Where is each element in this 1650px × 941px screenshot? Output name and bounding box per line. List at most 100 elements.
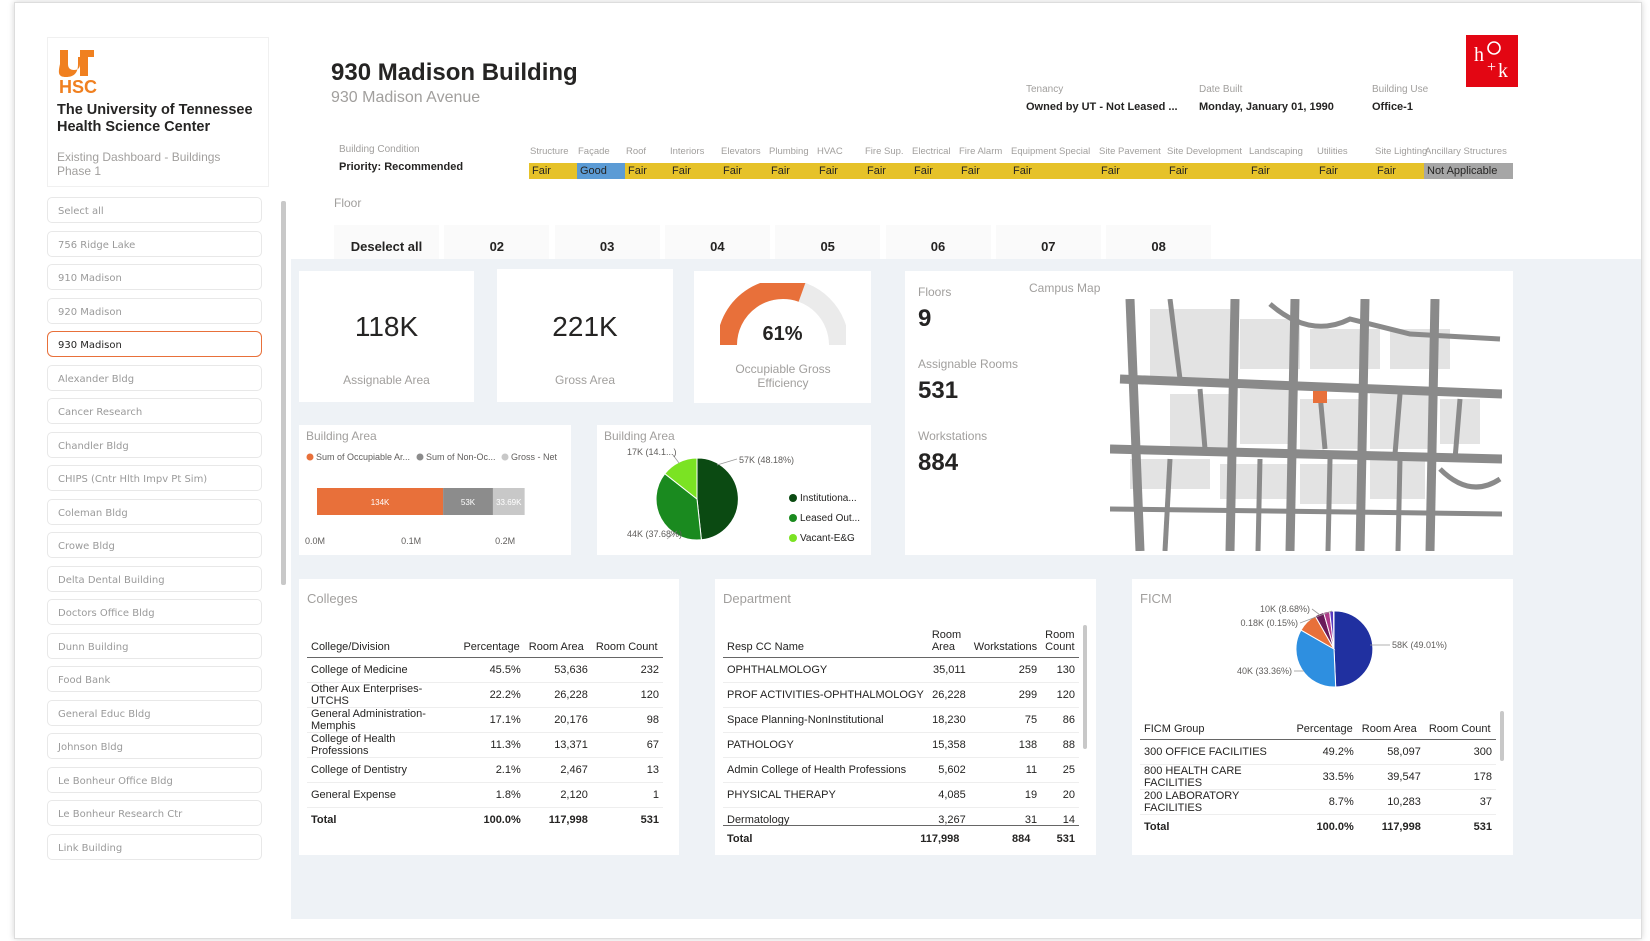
column-header-room-area[interactable]: Room Area (927, 623, 970, 658)
table-cell: 25 (1041, 757, 1079, 783)
x-tick-1: 0.1M (401, 536, 421, 546)
slicer-scrollbar[interactable] (281, 201, 286, 585)
table-cell: 58,097 (1357, 739, 1425, 765)
column-header-room-area[interactable]: Room Area (524, 623, 592, 658)
floor-tab-02[interactable]: 02 (444, 225, 550, 262)
table-cell: Dermatology (723, 807, 928, 825)
slicer-item-general-educ-bldg[interactable]: General Educ Bldg (47, 699, 262, 726)
legend-label: Gross - Net (511, 452, 558, 462)
floor-tab-deselect-all[interactable]: Deselect all (334, 225, 439, 262)
condition-value-fa-ade: Good (577, 163, 625, 179)
floor-tab-06[interactable]: 06 (885, 225, 991, 262)
table-row[interactable]: PATHOLOGY 15,358 138 88 (723, 732, 1079, 758)
floor-tab-04[interactable]: 04 (664, 225, 770, 262)
table-row[interactable]: College of Medicine 45.5% 53,636 232 (307, 657, 663, 683)
table-row[interactable]: College of Dentistry 2.1% 2,467 13 (307, 757, 663, 783)
legend-marker (416, 453, 424, 461)
table-row[interactable]: PROF ACTIVITIES-OPHTHALMOLOGY 26,228 299 12… (723, 682, 1079, 708)
slicer-item-chandler-bldg[interactable]: Chandler Bldg (47, 431, 262, 458)
slicer-item-crowe-bldg[interactable]: Crowe Bldg (47, 532, 262, 558)
table-cell: 26,228 (927, 682, 970, 708)
table-row[interactable]: OPHTHALMOLOGY 35,011 259 130 (723, 657, 1079, 683)
ut-hsc-logo: HSC (58, 48, 108, 97)
gross-area-value: 221K (552, 311, 618, 342)
column-header-room-count[interactable]: Room Count (1424, 705, 1496, 740)
slicer-item-coleman-bldg[interactable]: Coleman Bldg (47, 498, 262, 525)
slicer-item-delta-dental-building[interactable]: Delta Dental Building (47, 565, 262, 592)
slicer-item-910-madison[interactable]: 910 Madison (47, 264, 262, 290)
condition-value-roof: Fair (625, 163, 673, 179)
table-row[interactable]: Space Planning-NonInstitutional 18,230 75 8… (723, 707, 1079, 733)
slicer-item-link-building[interactable]: Link Building (47, 833, 262, 860)
slicer-item-cancer-research[interactable]: Cancer Research (47, 398, 262, 424)
bar-chart-title: Building Area (306, 429, 377, 443)
ficm-table: FICM Group Percentage Room Area Room Count 3… (1140, 705, 1496, 840)
slicer-item-alexander-bldg[interactable]: Alexander Bldg (47, 364, 262, 391)
slice-leader-line (1311, 608, 1321, 616)
pie-chart-title: Building Area (604, 429, 675, 443)
table-cell: 67 (591, 732, 663, 758)
slice-institutiona[interactable] (696, 457, 739, 541)
table-row[interactable]: Other Aux Enterprises-UTCHS 22.2% 26,228 12… (307, 682, 663, 708)
column-header-workstations[interactable]: Workstations (969, 623, 1042, 658)
table-header-row: College/Division Percentage Room Area Room … (307, 623, 663, 658)
slicer-item-le-bonheur-research-ctr[interactable]: Le Bonheur Research Ctr (47, 800, 262, 826)
colleges-table: College/Division Percentage Room Area Room … (307, 623, 663, 833)
slicer-item-johnson-bldg[interactable]: Johnson Bldg (47, 733, 262, 759)
slicer-item-select-all[interactable]: Select all (47, 197, 262, 223)
total-cell: 531 (1424, 813, 1496, 840)
slice-300-office-facilities[interactable] (1333, 610, 1374, 688)
svg-text:k: k (1498, 60, 1508, 82)
floor-tab-05[interactable]: 05 (775, 225, 881, 262)
slicer-item-le-bonheur-office-bldg[interactable]: Le Bonheur Office Bldg (47, 766, 262, 793)
slicer-item-920-madison[interactable]: 920 Madison (47, 297, 262, 324)
campus-map-label: Campus Map (1029, 281, 1101, 295)
condition-header-roof: Roof (626, 146, 647, 157)
condition-value-utilities: Fair (1316, 163, 1375, 179)
table-row[interactable]: PHYSICAL THERAPY 4,085 19 20 (723, 782, 1079, 808)
total-cell: 117,998 (524, 806, 592, 833)
column-header-room-count[interactable]: Room Count (591, 623, 663, 658)
slicer-item-756-ridge-lake[interactable]: 756 Ridge Lake (47, 230, 262, 257)
condition-value-interiors: Fair (669, 163, 721, 179)
slicer-item-930-madison[interactable]: 930 Madison (47, 331, 262, 357)
map-building-marker[interactable] (1313, 391, 1327, 403)
floor-tab-07[interactable]: 07 (995, 225, 1101, 262)
floor-tab-03[interactable]: 03 (554, 225, 660, 262)
legend-label: Sum of Occupiable Ar... (316, 452, 410, 462)
slicer-item-doctors-office-bldg[interactable]: Doctors Office Bldg (47, 599, 262, 625)
department-table: Resp CC Name Room Area Workstations Room Co… (723, 623, 1079, 825)
slicer-item-dunn-building[interactable]: Dunn Building (47, 632, 262, 659)
table-row[interactable]: General Expense 1.8% 2,120 1 (307, 782, 663, 808)
legend-sum-of-non-oc: Sum of Non-Oc... (416, 452, 496, 462)
department-scrollbar[interactable] (1083, 625, 1087, 749)
table-row[interactable]: College of Health Professions 11.3% 13,371… (307, 732, 663, 758)
column-header-room-area[interactable]: Room Area (1357, 705, 1425, 740)
slicer-item-chips-cntr-hlth-impv-pt-sim[interactable]: CHIPS (Cntr Hlth Impv Pt Sim) (47, 465, 262, 491)
table-cell: 49.2% (1292, 739, 1358, 765)
table-cell: 11 (969, 757, 1042, 783)
campus-map[interactable] (1110, 299, 1502, 551)
table-cell: PATHOLOGY (723, 732, 928, 758)
legend-sum-of-occupiable-ar: Sum of Occupiable Ar... (306, 452, 410, 462)
legend-label: Sum of Non-Oc... (426, 452, 496, 462)
table-row[interactable]: 300 OFFICE FACILITIES 49.2% 58,097 300 (1140, 739, 1496, 765)
table-cell: 120 (591, 682, 663, 708)
column-header-ficm-group[interactable]: FICM Group (1140, 705, 1293, 740)
column-header-college-division[interactable]: College/Division (307, 623, 460, 658)
table-header-row: FICM Group Percentage Room Area Room Count (1140, 705, 1496, 740)
slicer-item-food-bank[interactable]: Food Bank (47, 666, 262, 692)
table-row[interactable]: Admin College of Health Professions 5,602… (723, 757, 1079, 783)
column-header-percentage[interactable]: Percentage (459, 623, 525, 658)
column-header-resp-cc-name[interactable]: Resp CC Name (723, 623, 928, 658)
column-header-room-count[interactable]: Room Count (1041, 623, 1079, 658)
column-header-percentage[interactable]: Percentage (1292, 705, 1358, 740)
floor-tab-08[interactable]: 08 (1106, 225, 1212, 262)
table-row[interactable]: 800 HEALTH CARE FACILITIES 33.5% 39,547 178 (1140, 764, 1496, 790)
total-cell: Total (307, 806, 460, 833)
table-row[interactable]: 200 LABORATORY FACILITIES 8.7% 10,283 37 (1140, 789, 1496, 815)
slice-label-800-health-care-facilities: 40K (33.36%) (1237, 666, 1292, 676)
table-row[interactable]: General Administration-Memphis 17.1% 20,17… (307, 707, 663, 733)
ficm-scrollbar[interactable] (1500, 711, 1504, 761)
table-row[interactable]: Dermatology 3,267 31 14 (723, 807, 1079, 825)
